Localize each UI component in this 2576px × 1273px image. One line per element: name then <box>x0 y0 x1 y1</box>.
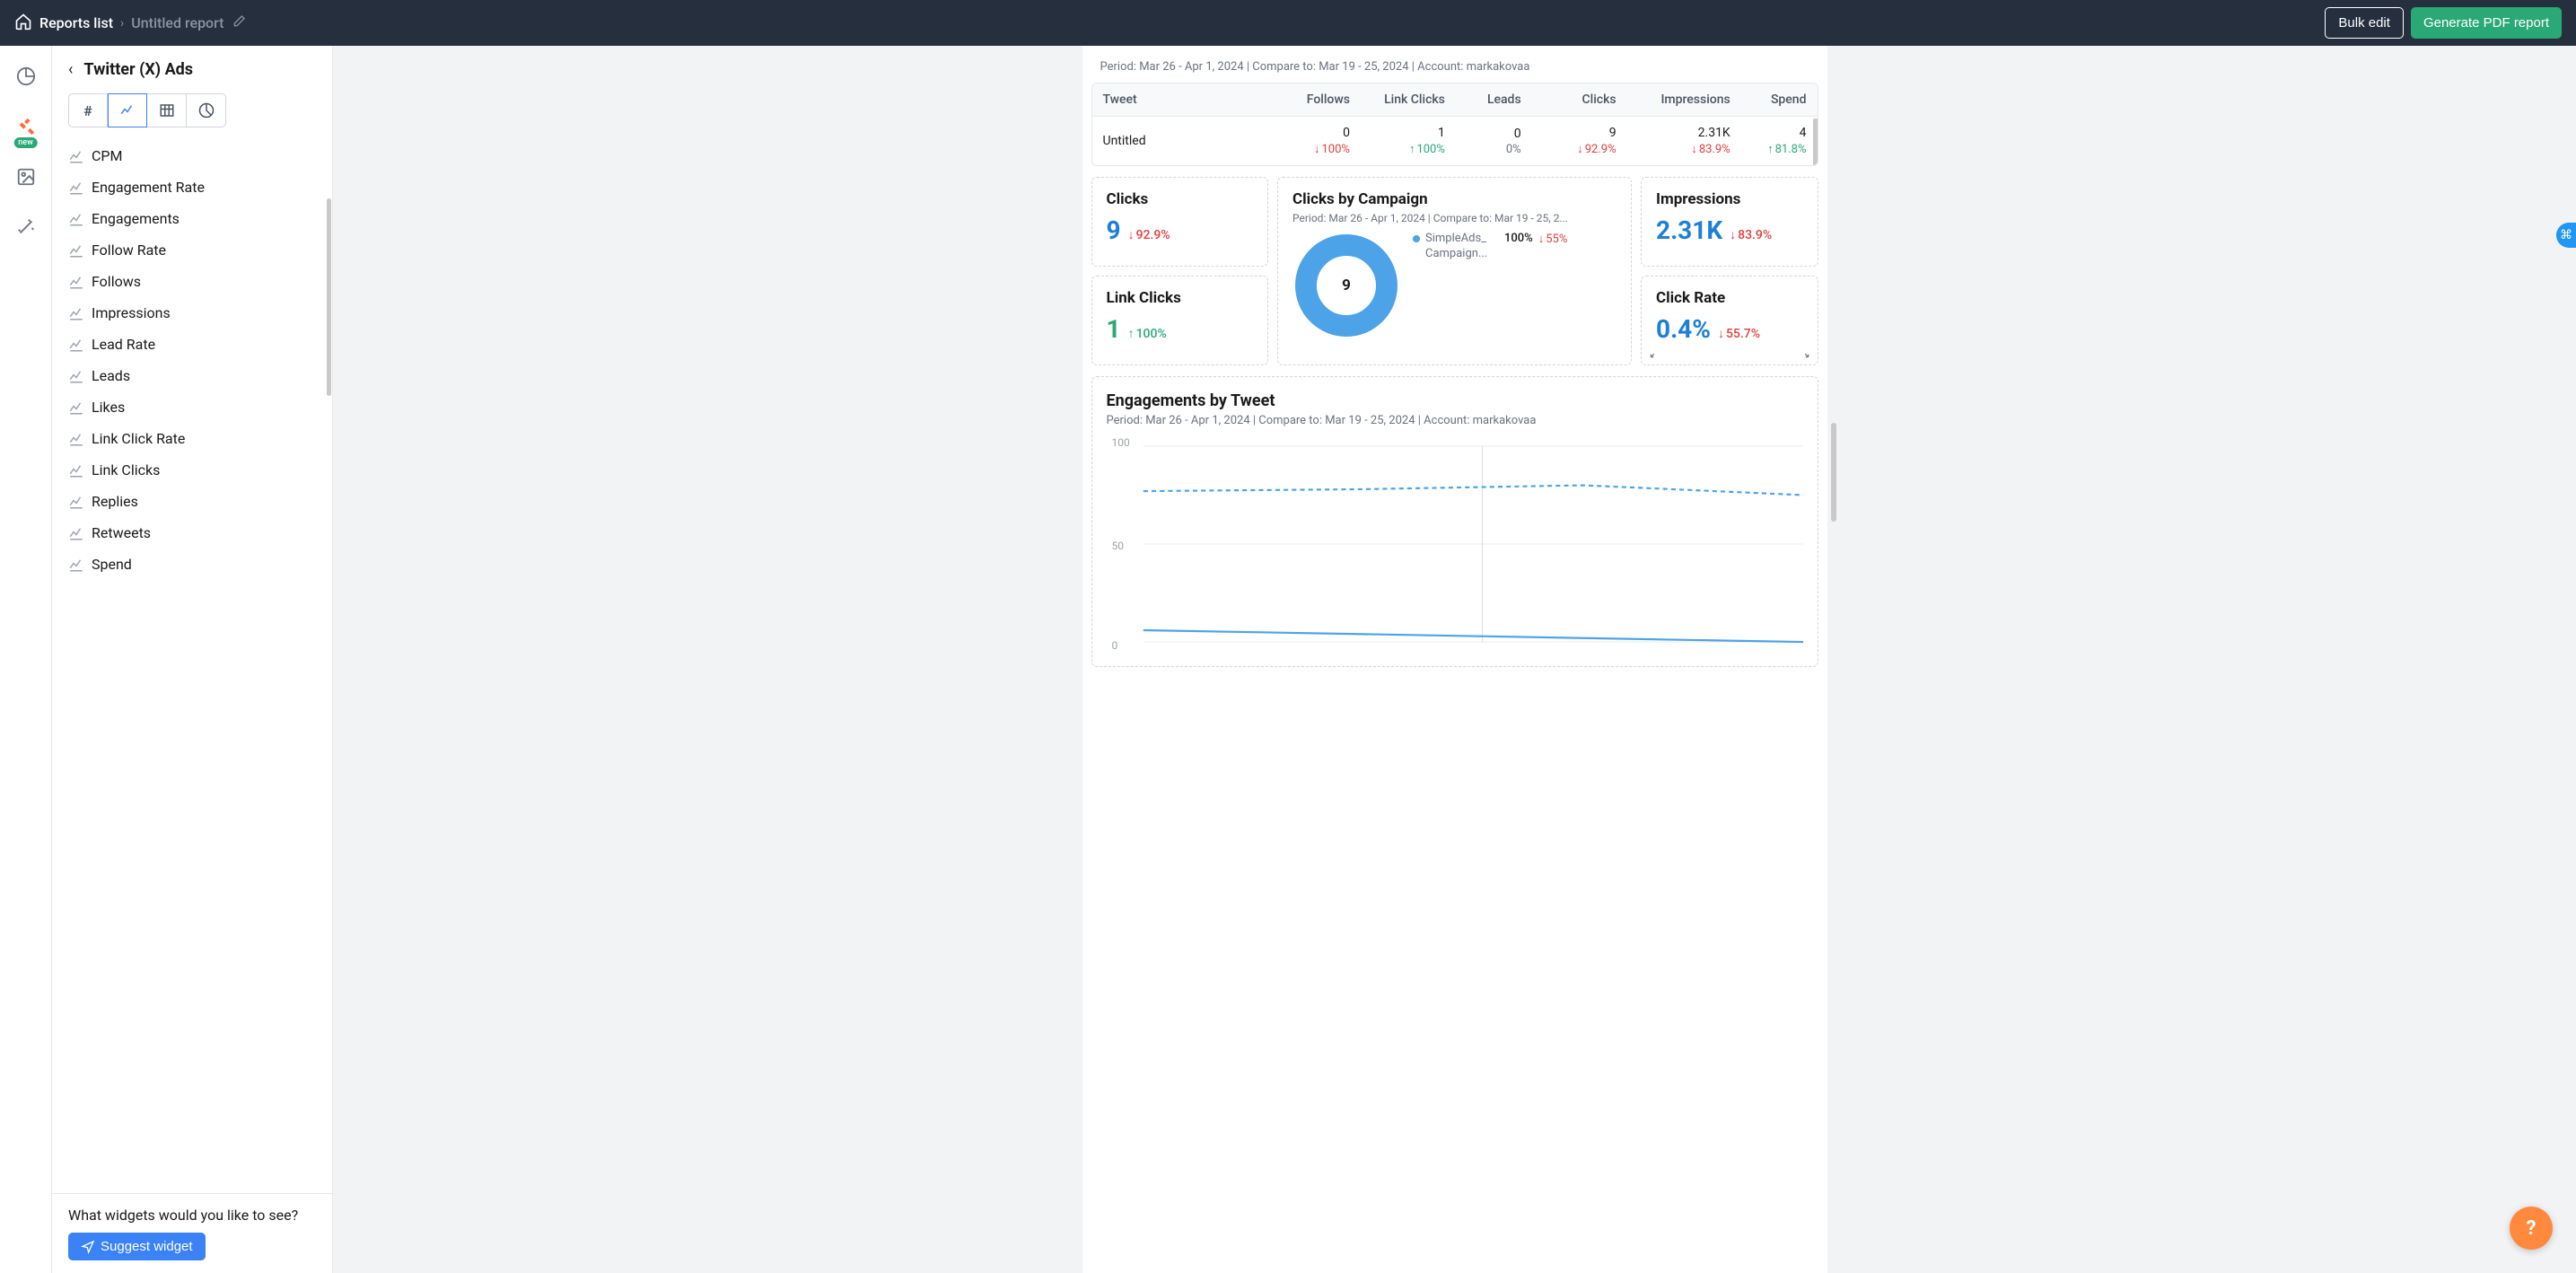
suggest-widget-button[interactable]: Suggest widget <box>68 1233 206 1260</box>
tab-pie-icon[interactable] <box>187 93 226 127</box>
card-engagements-by-tweet[interactable]: Engagements by Tweet Period: Mar 26 - Ap… <box>1091 376 1818 667</box>
keyboard-shortcut-tab[interactable]: ⌘ <box>2556 223 2576 248</box>
table-header-cell[interactable]: Spend <box>1730 92 1807 107</box>
donut-center-value: 9 <box>1292 232 1400 339</box>
card-title: Click Rate <box>1656 289 1803 307</box>
sidebar-title: Twitter (X) Ads <box>83 60 193 79</box>
cell-clicks: 9↓92.9% <box>1521 126 1617 156</box>
metric-item[interactable]: Retweets <box>68 517 325 549</box>
cell-link-clicks: 1↑100% <box>1350 126 1445 156</box>
sidebar: ‹ Twitter (X) Ads # CPMEngagement RateEn… <box>52 46 333 1273</box>
cell-spend: 4↑81.8% <box>1730 126 1807 156</box>
chart-subtitle: Period: Mar 26 - Apr 1, 2024 | Compare t… <box>1107 414 1803 427</box>
metric-list[interactable]: CPMEngagement RateEngagementsFollow Rate… <box>52 140 332 1193</box>
table-header-cell[interactable]: Clicks <box>1521 92 1617 107</box>
line-chart: 100 50 0 <box>1107 436 1803 652</box>
pencil-icon[interactable] <box>232 14 246 32</box>
y-tick: 50 <box>1112 540 1125 552</box>
metric-item[interactable]: Likes <box>68 391 325 423</box>
cell-follows: 0↓100% <box>1255 126 1350 156</box>
canvas-scrollbar[interactable] <box>1831 423 1836 522</box>
table-scrollbar[interactable] <box>1813 119 1818 166</box>
rail-chart-icon[interactable] <box>13 64 39 89</box>
table-header: TweetFollowsLink ClicksLeadsClicksImpres… <box>1092 83 1818 117</box>
card-clicks-by-campaign[interactable]: Clicks by Campaign Period: Mar 26 - Apr … <box>1277 177 1632 365</box>
breadcrumb-current[interactable]: Untitled report <box>131 14 223 31</box>
table-header-cell[interactable]: Follows <box>1255 92 1350 107</box>
breadcrumb-root[interactable]: Reports list <box>39 14 113 31</box>
metric-item[interactable]: Engagement Rate <box>68 171 325 203</box>
suggest-prompt: What widgets would you like to see? <box>68 1207 316 1224</box>
card-link-clicks[interactable]: Link Clicks 1↑100% <box>1091 276 1269 365</box>
card-value: 9 <box>1107 215 1121 245</box>
rail-image-icon[interactable] <box>13 164 39 189</box>
report-page: Period: Mar 26 - Apr 1, 2024 | Compare t… <box>1082 46 1827 1273</box>
legend-delta: ↓55% <box>1538 232 1568 246</box>
widget-type-tabs: # <box>52 90 332 140</box>
card-title: Clicks <box>1107 190 1254 208</box>
table-header-cell[interactable]: Link Clicks <box>1350 92 1445 107</box>
home-icon[interactable] <box>14 13 32 34</box>
sidebar-scrollbar[interactable] <box>327 198 331 396</box>
table-header-cell[interactable]: Leads <box>1445 92 1521 107</box>
rail-connector-icon[interactable]: new <box>13 114 39 139</box>
help-button[interactable]: ? <box>2510 1207 2553 1250</box>
suggest-widget-label: Suggest widget <box>101 1239 193 1254</box>
topbar-actions: Bulk edit Generate PDF report <box>2325 7 2562 39</box>
breadcrumb: Reports list › Untitled report <box>14 13 246 34</box>
metric-item[interactable]: Replies <box>68 486 325 517</box>
metric-item[interactable]: Follow Rate <box>68 234 325 266</box>
table-header-cell[interactable]: Impressions <box>1617 92 1730 107</box>
card-clicks[interactable]: Clicks 9↓92.9% <box>1091 177 1269 267</box>
canvas[interactable]: Period: Mar 26 - Apr 1, 2024 | Compare t… <box>333 46 2576 1273</box>
chevron-right-icon: › <box>120 16 124 31</box>
y-tick: 100 <box>1112 436 1130 449</box>
back-chevron-icon[interactable]: ‹ <box>68 60 73 79</box>
card-click-rate[interactable]: Click Rate 0.4%↓55.7% <box>1641 276 1818 365</box>
card-value: 1 <box>1107 314 1121 344</box>
cell-tweet: Untitled <box>1103 134 1256 148</box>
metric-item[interactable]: CPM <box>68 140 325 171</box>
legend-pct: 100% <box>1504 232 1533 245</box>
card-title: Link Clicks <box>1107 289 1254 307</box>
y-tick: 0 <box>1112 639 1118 652</box>
donut-chart: 9 <box>1292 232 1400 339</box>
table-row[interactable]: Untitled 0↓100% 1↑100% 00% 9↓92.9% 2.31K… <box>1092 117 1818 165</box>
metric-item[interactable]: Link Click Rate <box>68 423 325 454</box>
cell-impressions: 2.31K↓83.9% <box>1617 126 1730 156</box>
card-title: Clicks by Campaign <box>1292 190 1617 208</box>
metric-item[interactable]: Lead Rate <box>68 329 325 360</box>
metric-item[interactable]: Impressions <box>68 297 325 329</box>
top-bar: Reports list › Untitled report Bulk edit… <box>0 0 2576 46</box>
tab-line-icon[interactable] <box>108 93 147 127</box>
metric-item[interactable]: Leads <box>68 360 325 391</box>
resize-handles[interactable] <box>1649 347 1810 359</box>
legend-dot-icon <box>1413 235 1420 242</box>
tab-number-icon[interactable]: # <box>68 93 108 127</box>
legend-name: SimpleAds_ Campaign... <box>1425 232 1499 262</box>
metric-item[interactable]: Follows <box>68 266 325 297</box>
generate-pdf-button[interactable]: Generate PDF report <box>2411 7 2562 39</box>
card-subtitle: Period: Mar 26 - Apr 1, 2024 | Compare t… <box>1292 212 1617 224</box>
metric-item[interactable]: Link Clicks <box>68 454 325 486</box>
vertical-rail: new <box>0 46 52 1273</box>
metrics-table: TweetFollowsLink ClicksLeadsClicksImpres… <box>1091 83 1818 166</box>
card-value: 2.31K <box>1656 215 1722 245</box>
period-line: Period: Mar 26 - Apr 1, 2024 | Compare t… <box>1091 55 1818 83</box>
tab-table-icon[interactable] <box>147 93 187 127</box>
card-title: Impressions <box>1656 190 1803 208</box>
table-header-cell[interactable]: Tweet <box>1103 92 1256 107</box>
metric-item[interactable]: Spend <box>68 549 325 580</box>
bulk-edit-button[interactable]: Bulk edit <box>2325 7 2404 39</box>
chart-title: Engagements by Tweet <box>1107 391 1803 410</box>
cell-leads: 00% <box>1445 127 1521 156</box>
new-badge: new <box>13 137 38 148</box>
metric-item[interactable]: Engagements <box>68 203 325 234</box>
card-value: 0.4% <box>1656 314 1711 344</box>
rail-wand-icon[interactable] <box>13 215 39 240</box>
card-impressions[interactable]: Impressions 2.31K↓83.9% <box>1641 177 1818 267</box>
